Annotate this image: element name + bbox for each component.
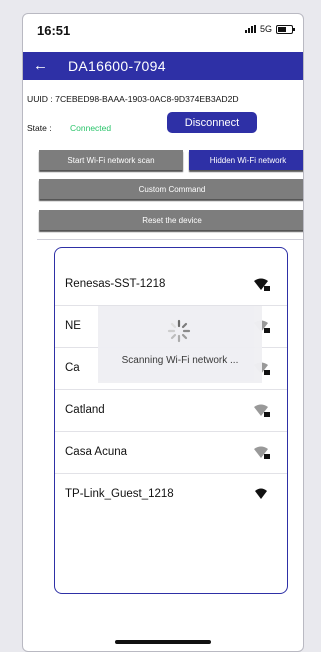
network-name: Ca	[65, 362, 80, 374]
scanning-overlay: Scanning Wi-Fi network ...	[98, 306, 262, 383]
wifi-secured-icon	[254, 404, 270, 417]
wifi-open-icon	[255, 488, 267, 499]
device-uuid: UUID : 7CEBED98-BAAA-1903-0AC8-9D374EB3A…	[27, 94, 239, 104]
scanning-message: Scanning Wi-Fi network ...	[121, 355, 239, 366]
network-row[interactable]: Renesas-SST-1218	[55, 264, 287, 306]
network-type: 5G	[259, 24, 272, 34]
battery-icon	[276, 24, 295, 34]
network-name: Casa Acuna	[65, 446, 128, 458]
network-row[interactable]: Casa Acuna	[55, 432, 287, 474]
disconnect-button[interactable]: Disconnect	[167, 112, 257, 133]
status-bar: 16:51 5G	[23, 14, 303, 49]
status-time: 16:51	[37, 23, 71, 38]
network-name: TP-Link_Guest_1218	[65, 488, 174, 500]
divider	[37, 239, 303, 240]
wifi-network-list: Renesas-SST-1218 NE Ca Catland Casa Acun…	[54, 247, 288, 594]
spinner-icon	[167, 319, 191, 343]
network-name: Renesas-SST-1218	[65, 278, 166, 290]
home-indicator[interactable]	[115, 640, 211, 644]
back-arrow-icon[interactable]: ←	[33, 57, 48, 74]
phone-screen: 16:51 5G ← DA16600-7094 UUID : 7CEBED98-…	[22, 13, 304, 652]
start-scan-button[interactable]: Start Wi-Fi network scan	[39, 150, 183, 170]
wifi-secured-icon	[254, 446, 270, 459]
network-row[interactable]: TP-Link_Guest_1218	[55, 474, 287, 516]
reset-device-button[interactable]: Reset the device	[39, 210, 303, 230]
app-bar: ← DA16600-7094	[23, 52, 303, 80]
state-value: Connected	[70, 123, 112, 133]
network-row[interactable]: Catland	[55, 390, 287, 432]
custom-command-button[interactable]: Custom Command	[39, 179, 303, 199]
network-name: NE	[65, 320, 81, 332]
signal-icon	[244, 25, 256, 33]
status-indicators: 5G	[244, 24, 295, 34]
hidden-network-button[interactable]: Hidden Wi-Fi network	[189, 150, 303, 170]
state-label: State :	[27, 123, 52, 133]
page-title: DA16600-7094	[68, 58, 166, 74]
wifi-secured-icon	[254, 278, 270, 291]
network-name: Catland	[65, 404, 105, 416]
